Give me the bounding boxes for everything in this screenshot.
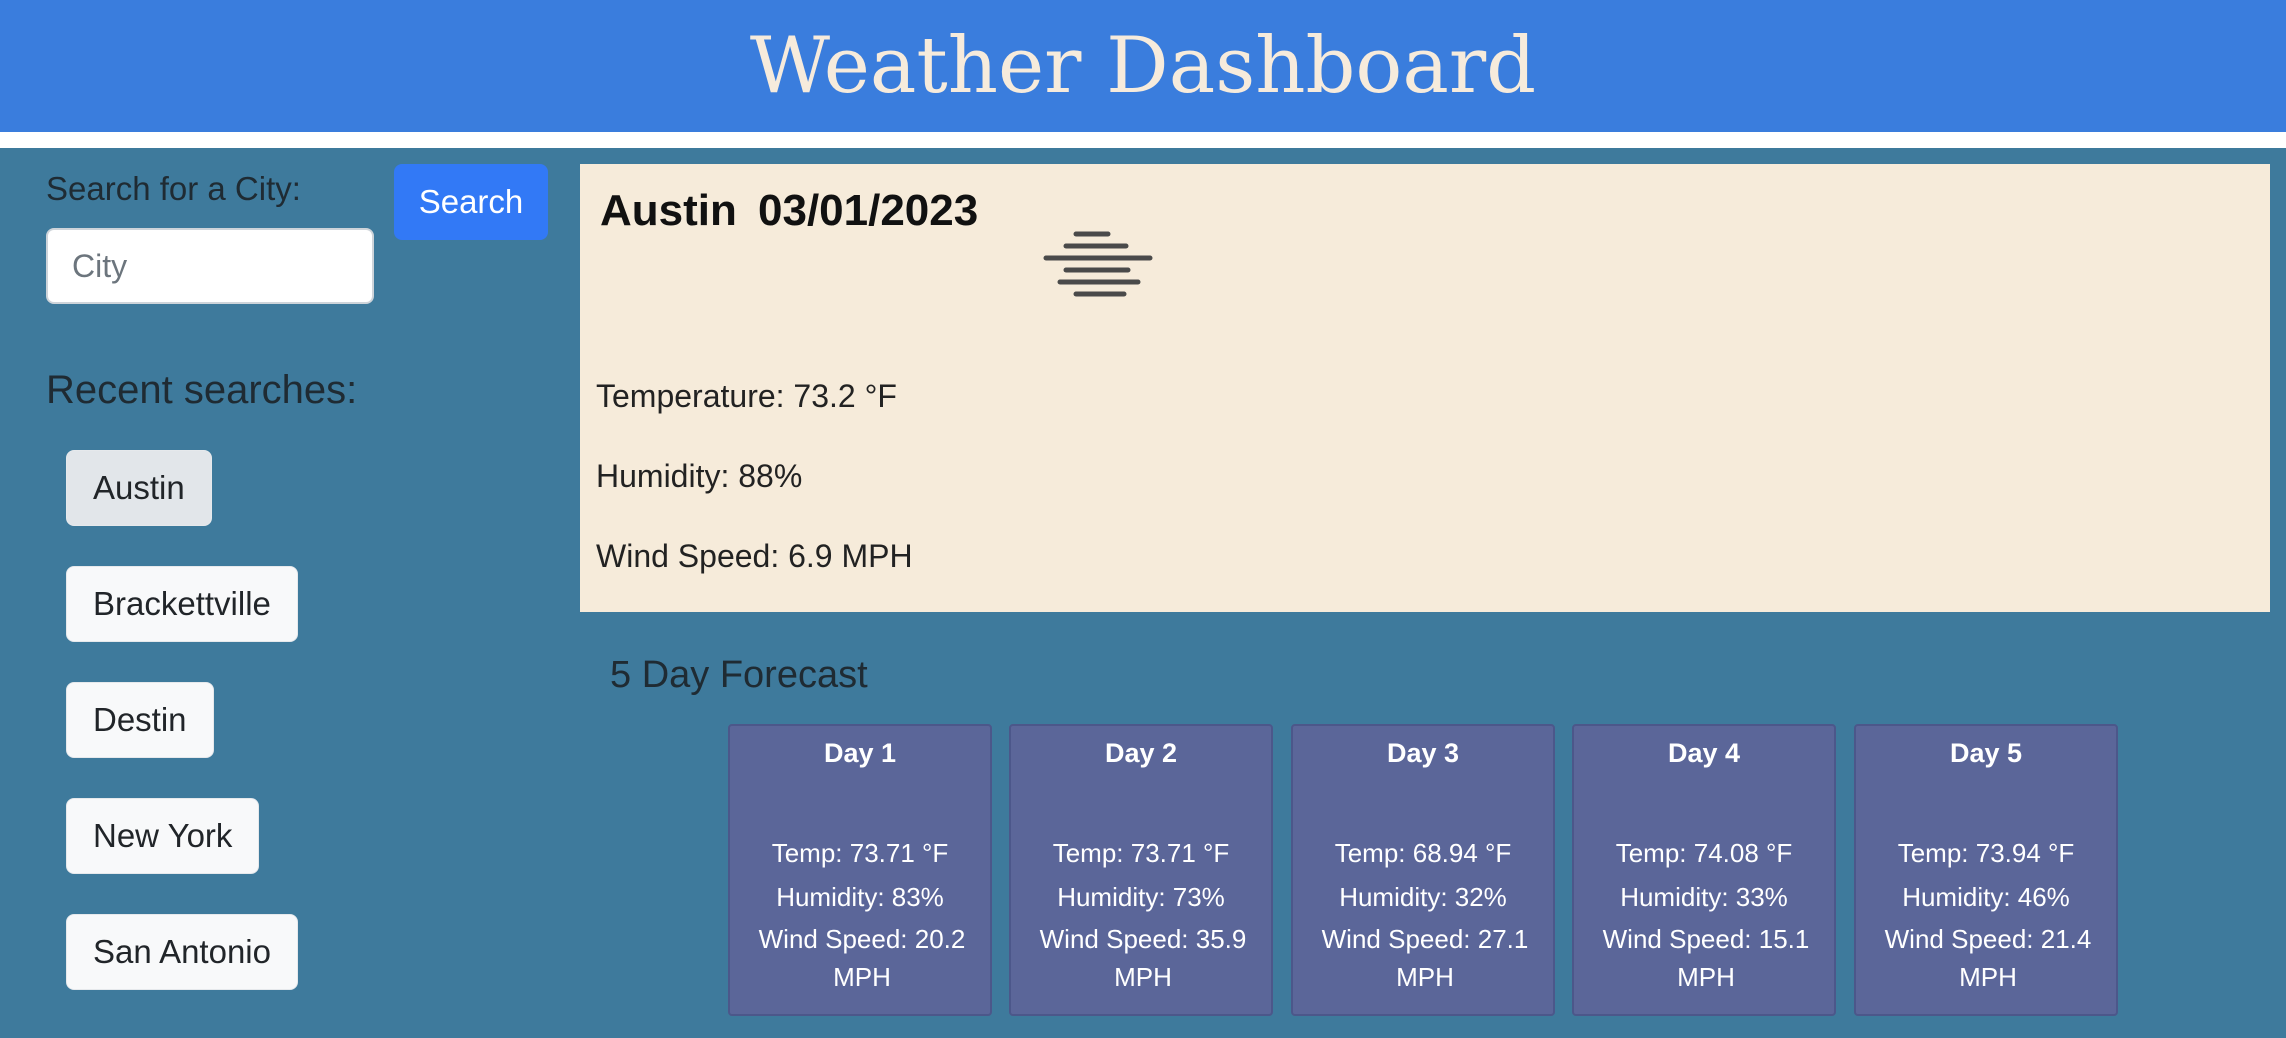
page-title: Weather Dashboard	[749, 21, 1537, 111]
recent-searches-heading: Recent searches:	[46, 368, 358, 412]
forecast-temp: Temp: 73.94 °F	[1897, 838, 2075, 868]
current-temperature: Temperature: 73.2 °F	[596, 378, 897, 414]
forecast-humidity: Humidity: 46%	[1902, 882, 2070, 912]
forecast-card: Day 3 Temp: 68.94 °F Humidity: 32% Wind …	[1291, 724, 1555, 1016]
forecast-wind: Wind Speed: 21.4 MPH	[1884, 924, 2092, 992]
forecast-temp: Temp: 73.71 °F	[771, 838, 949, 868]
current-date: 03/01/2023	[758, 186, 979, 235]
forecast-temp: Temp: 68.94 °F	[1334, 838, 1512, 868]
recent-search-brackettville[interactable]: Brackettville	[66, 566, 298, 642]
current-city: Austin	[600, 186, 737, 235]
search-button[interactable]: Search	[394, 164, 548, 240]
forecast-temp: Temp: 73.71 °F	[1052, 838, 1230, 868]
forecast-card: Day 1 Temp: 73.71 °F Humidity: 83% Wind …	[728, 724, 992, 1016]
page-header: Weather Dashboard	[0, 0, 2286, 148]
forecast-humidity: Humidity: 73%	[1057, 882, 1225, 912]
forecast-wind: Wind Speed: 15.1 MPH	[1602, 924, 1810, 992]
forecast-card: Day 5 Temp: 73.94 °F Humidity: 46% Wind …	[1854, 724, 2118, 1016]
forecast-day: Day 5	[1949, 738, 2023, 768]
forecast-wind: Wind Speed: 27.1 MPH	[1321, 924, 1529, 992]
current-humidity: Humidity: 88%	[596, 458, 803, 494]
forecast-card: Day 4 Temp: 74.08 °F Humidity: 33% Wind …	[1572, 724, 1836, 1016]
recent-search-destin[interactable]: Destin	[66, 682, 214, 758]
forecast-temp: Temp: 74.08 °F	[1615, 838, 1793, 868]
recent-search-san-antonio[interactable]: San Antonio	[66, 914, 298, 990]
mist-icon	[1043, 231, 1153, 297]
forecast-humidity: Humidity: 83%	[776, 882, 944, 912]
forecast-day: Day 3	[1386, 738, 1460, 768]
search-label: Search for a City:	[46, 170, 301, 207]
current-weather-card: Austin 03/01/2023 Temperature: 73.2 °F H…	[580, 164, 2270, 612]
forecast-humidity: Humidity: 32%	[1339, 882, 1507, 912]
forecast-wind: Wind Speed: 35.9 MPH	[1039, 924, 1247, 992]
forecast-day: Day 1	[823, 738, 897, 768]
recent-search-new-york[interactable]: New York	[66, 798, 260, 874]
forecast-wind: Wind Speed: 20.2 MPH	[758, 924, 966, 992]
recent-search-austin[interactable]: Austin	[66, 450, 212, 526]
forecast-card: Day 2 Temp: 73.71 °F Humidity: 73% Wind …	[1009, 724, 1273, 1016]
forecast-day: Day 4	[1667, 738, 1741, 768]
city-search-input[interactable]	[46, 228, 374, 304]
forecast-day: Day 2	[1104, 738, 1178, 768]
current-wind-speed: Wind Speed: 6.9 MPH	[596, 538, 913, 574]
forecast-humidity: Humidity: 33%	[1620, 882, 1788, 912]
forecast-title: 5 Day Forecast	[610, 654, 868, 696]
